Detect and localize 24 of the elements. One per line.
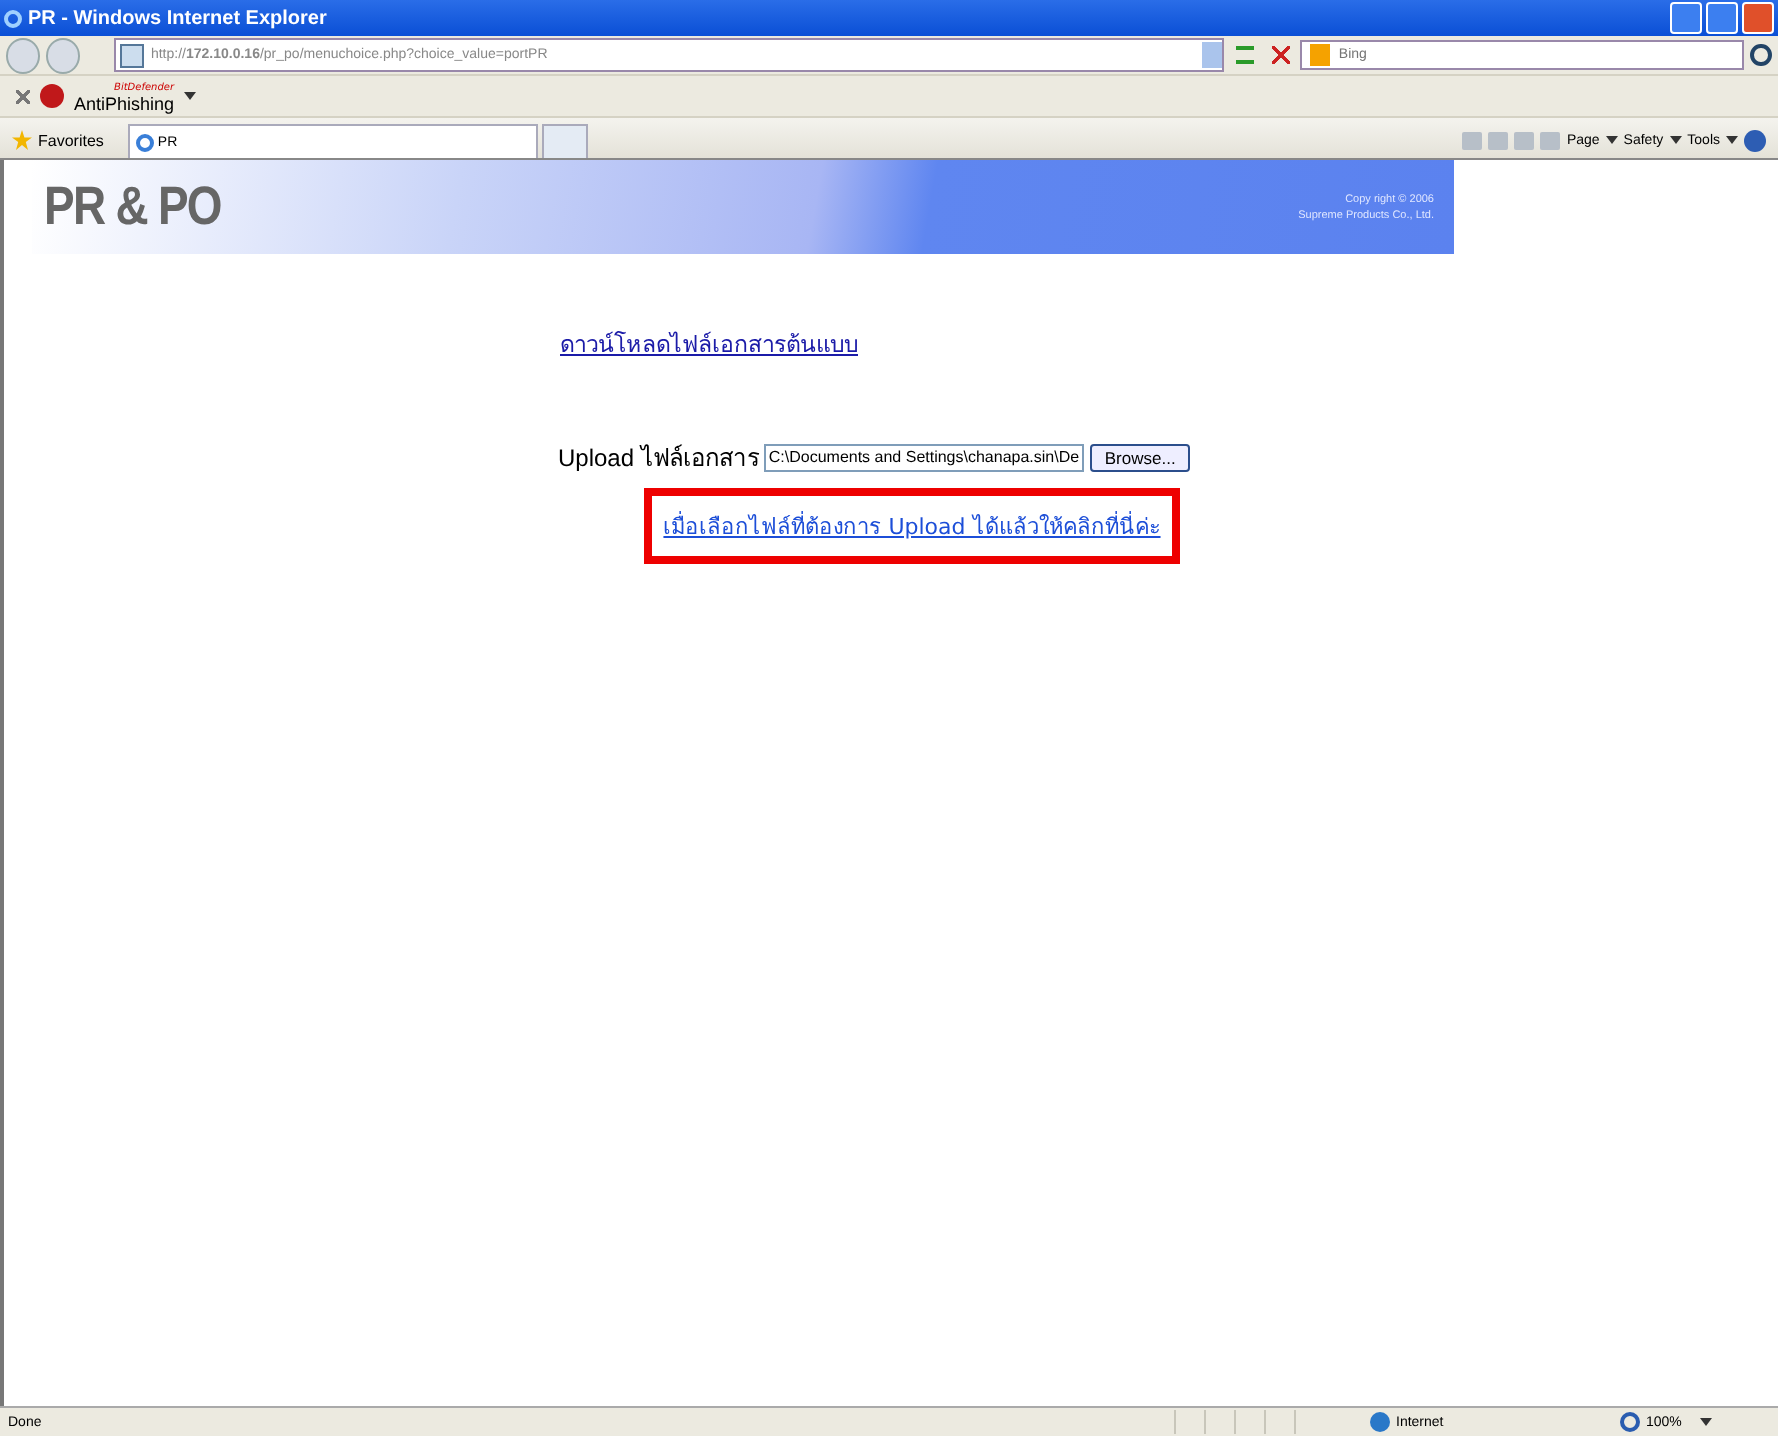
file-path-field[interactable]: C:\Documents and Settings\chanapa.sin\De — [764, 443, 1085, 471]
browser-logo-icon — [135, 133, 154, 151]
download-link[interactable]: ดาวน์โหลดไฟล์เอกสารต้นแบบ — [560, 326, 858, 362]
site-title: PR & PO — [44, 176, 221, 238]
page-icon — [120, 43, 145, 67]
minimize-button[interactable] — [1670, 2, 1702, 34]
shield-logo-icon — [40, 84, 64, 108]
browse-button[interactable]: Browse... — [1090, 443, 1190, 471]
close-button[interactable] — [1742, 2, 1774, 34]
caret-icon[interactable] — [1605, 136, 1618, 144]
favorites-button[interactable]: Favorites — [12, 122, 104, 158]
stop-icon[interactable] — [1272, 46, 1290, 64]
upload-link[interactable]: เมื่อเลือกไฟล์ที่ต้องการ Upload ได้แล้วให้คลิกที่นี่ค่ะ — [663, 508, 1161, 544]
maximize-button[interactable] — [1706, 2, 1738, 34]
forward-button[interactable] — [46, 37, 81, 73]
search-provider-icon — [1309, 44, 1331, 66]
caret-icon[interactable] — [1700, 1418, 1712, 1426]
caret-icon[interactable] — [184, 92, 197, 100]
back-button[interactable] — [6, 37, 41, 73]
window-title: PR - Windows Internet Explorer — [28, 7, 329, 29]
close-toolbar-icon[interactable] — [16, 89, 30, 103]
caret-icon[interactable] — [1669, 136, 1682, 144]
upload-label: Upload ไฟล์เอกสาร — [558, 442, 759, 476]
browser-logo-icon — [4, 9, 22, 27]
